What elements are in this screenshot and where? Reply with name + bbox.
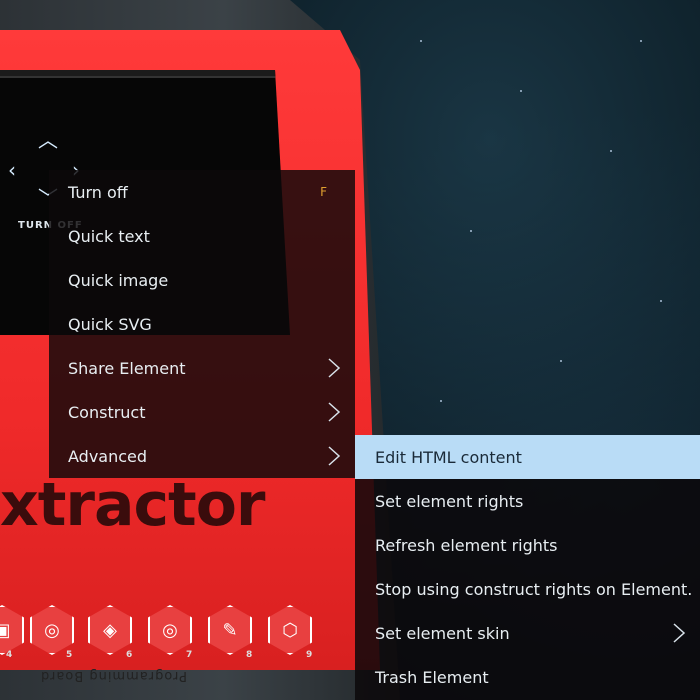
context-menu: Turn off F Quick text Quick image Quick … [49, 170, 355, 478]
chevron-right-icon [328, 446, 341, 466]
hotbar-slot-5[interactable]: ◎ [30, 605, 74, 655]
submenu-item-set-element-rights[interactable]: Set element rights [355, 479, 700, 523]
menu-item-label: Quick text [68, 226, 150, 246]
submenu-item-label: Edit HTML content [375, 447, 522, 467]
submenu-item-edit-html-content[interactable]: Edit HTML content [355, 435, 700, 479]
menu-item-label: Construct [68, 402, 146, 422]
menu-item-label: Quick SVG [68, 314, 152, 334]
submenu-item-label: Trash Element [375, 667, 489, 687]
menu-item-quick-svg[interactable]: Quick SVG [49, 302, 355, 346]
menu-item-construct[interactable]: Construct [49, 390, 355, 434]
chevron-up-icon: ︿ [38, 128, 58, 152]
slot-icon: ▣ [0, 619, 11, 641]
submenu-item-label: Set element skin [375, 623, 510, 643]
submenu-item-refresh-element-rights[interactable]: Refresh element rights [355, 523, 700, 567]
star [440, 400, 442, 402]
slot-icon: ◎ [44, 619, 60, 641]
menu-item-share-element[interactable]: Share Element [49, 346, 355, 390]
star [420, 40, 422, 42]
chevron-right-icon [673, 623, 686, 643]
star [660, 300, 662, 302]
slot-icon: ✎ [222, 619, 238, 641]
slot-icon: ⬡ [282, 619, 298, 641]
star [610, 150, 612, 152]
submenu-item-label: Set element rights [375, 491, 524, 511]
chevron-right-icon [328, 402, 341, 422]
hotbar-slot-number: 6 [126, 650, 133, 660]
submenu-item-set-element-skin[interactable]: Set element skin [355, 611, 700, 655]
hotkey-badge: F [320, 185, 327, 199]
star [640, 40, 642, 42]
star [520, 90, 522, 92]
star [560, 360, 562, 362]
menu-item-quick-text[interactable]: Quick text [49, 214, 355, 258]
advanced-submenu: Edit HTML content Set element rights Ref… [355, 435, 700, 700]
menu-item-quick-image[interactable]: Quick image [49, 258, 355, 302]
submenu-item-trash-element[interactable]: Trash Element [355, 655, 700, 699]
brand-text: xtractor [0, 470, 266, 540]
menu-item-turn-off[interactable]: Turn off F [49, 170, 355, 214]
menu-item-advanced[interactable]: Advanced [49, 434, 355, 478]
hotbar-slot-number: 7 [186, 650, 193, 660]
hotbar-slot-number: 8 [246, 650, 253, 660]
submenu-item-label: Refresh element rights [375, 535, 558, 555]
hotbar-slot-8[interactable]: ✎ [208, 605, 252, 655]
menu-item-label: Quick image [68, 270, 169, 290]
menu-item-label: Share Element [68, 358, 186, 378]
chevron-right-icon [328, 358, 341, 378]
chevron-left-icon: ‹ [8, 158, 16, 182]
slot-icon: ◈ [103, 619, 117, 641]
plate-label: Programming Board [40, 668, 187, 683]
menu-item-label: Advanced [68, 446, 148, 466]
slot-icon: ◎ [162, 619, 178, 641]
hotbar-slot-7[interactable]: ◎ [148, 605, 192, 655]
submenu-item-stop-construct-rights[interactable]: Stop using construct rights on Element. [355, 567, 700, 611]
hotbar-slot-number: 4 [6, 650, 13, 660]
hotbar: ▣ 4 ◎ 5 ◈ 6 ◎ 7 ✎ 8 ⬡ 9 [0, 600, 330, 660]
hotbar-slot-6[interactable]: ◈ [88, 605, 132, 655]
submenu-item-label: Stop using construct rights on Element. [375, 579, 693, 599]
menu-item-label: Turn off [68, 182, 128, 202]
hotbar-slot-4[interactable]: ▣ [0, 605, 24, 655]
hotbar-slot-number: 5 [66, 650, 73, 660]
hotbar-slot-number: 9 [306, 650, 313, 660]
hotbar-slot-9[interactable]: ⬡ [268, 605, 312, 655]
star [470, 230, 472, 232]
